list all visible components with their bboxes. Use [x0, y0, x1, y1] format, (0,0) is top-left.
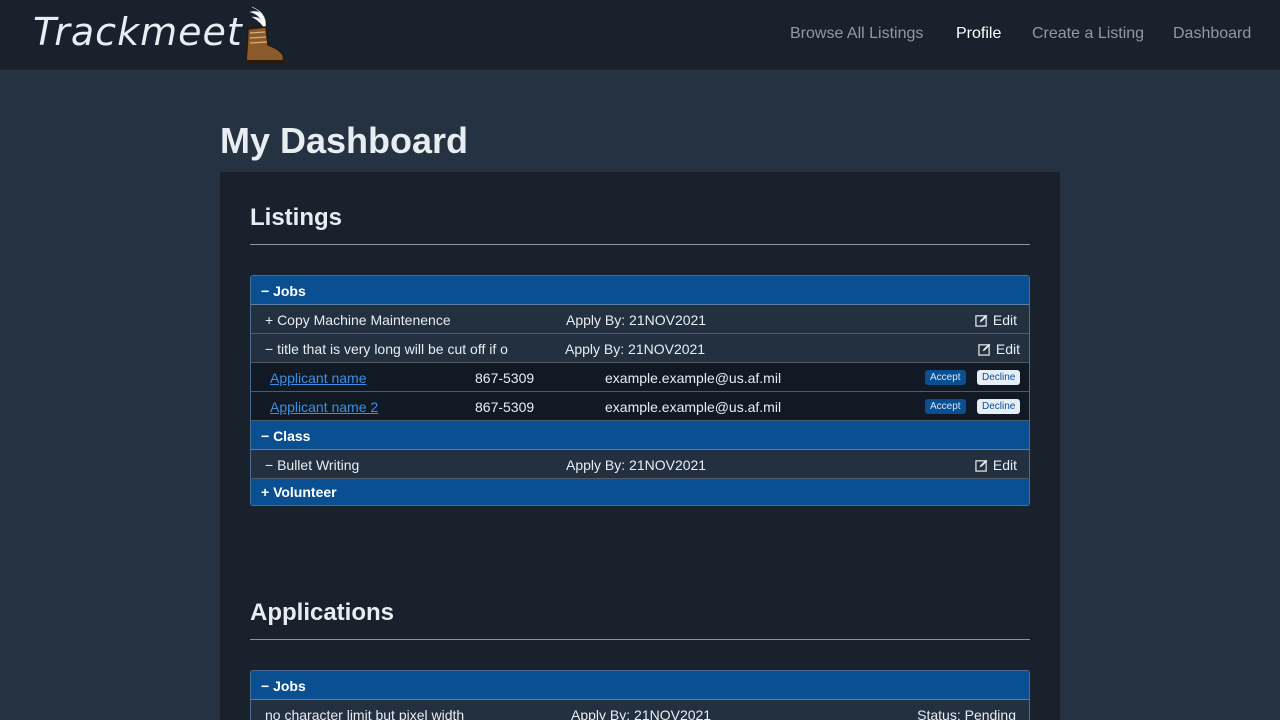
applicant-name-link[interactable]: Applicant name — [270, 370, 367, 386]
listing-title: − Bullet Writing — [265, 457, 360, 473]
edit-button[interactable]: Edit — [978, 341, 1020, 357]
nav-dashboard[interactable]: Dashboard — [1173, 25, 1251, 43]
category-class[interactable]: − Class — [251, 421, 1029, 450]
winged-boot-icon[interactable] — [238, 5, 288, 67]
edit-button[interactable]: Edit — [975, 457, 1017, 473]
listings-divider — [250, 244, 1030, 245]
listing-title: − title that is very long will be cut of… — [265, 341, 508, 357]
applicant-name-link[interactable]: Applicant name 2 — [270, 399, 378, 415]
edit-button[interactable]: Edit — [975, 312, 1017, 328]
category-volunteer[interactable]: + Volunteer — [251, 479, 1029, 505]
category-jobs[interactable]: − Jobs — [251, 276, 1029, 305]
listing-apply-by: Apply By: 21NOV2021 — [566, 457, 707, 473]
applications-table: − Jobs no character limit but pixel widt… — [250, 670, 1030, 720]
application-title: no character limit but pixel width — [265, 707, 465, 720]
listings-table: − Jobs + Copy Machine Maintenence Apply … — [250, 275, 1030, 506]
accept-button[interactable]: Accept — [925, 399, 966, 414]
decline-button[interactable]: Decline — [977, 399, 1021, 414]
decline-button[interactable]: Decline — [977, 370, 1021, 385]
applicant-email: example.example@us.af.mil — [605, 370, 782, 386]
applicant-phone: 867-5309 — [475, 399, 535, 415]
dashboard-panel: Listings − Jobs + Copy Machine Maintenen… — [220, 172, 1060, 720]
application-apply-by: Apply By: 21NOV2021 — [571, 707, 712, 720]
nav-browse-all-listings[interactable]: Browse All Listings — [790, 25, 923, 43]
category-label: − Jobs — [261, 283, 306, 299]
applications-title: Applications — [250, 599, 395, 626]
application-row[interactable]: no character limit but pixel width Apply… — [251, 700, 1029, 720]
category-label: − Class — [261, 428, 311, 444]
listing-apply-by: Apply By: 21NOV2021 — [566, 312, 707, 328]
edit-label: Edit — [995, 341, 1020, 357]
listing-title: + Copy Machine Maintenence — [265, 312, 451, 328]
category-label: + Volunteer — [261, 484, 337, 500]
nav-profile[interactable]: Profile — [956, 25, 1001, 43]
applicant-phone: 867-5309 — [475, 370, 535, 386]
listing-apply-by: Apply By: 21NOV2021 — [565, 341, 706, 357]
category-jobs[interactable]: − Jobs — [251, 671, 1029, 700]
edit-label: Edit — [992, 457, 1017, 473]
listing-row[interactable]: − Bullet Writing Apply By: 21NOV2021 Edi… — [251, 450, 1029, 479]
accept-button[interactable]: Accept — [925, 370, 966, 385]
applicant-row: Applicant name 867-5309 example.example@… — [251, 363, 1029, 392]
page-title: My Dashboard — [220, 120, 469, 161]
edit-icon — [978, 343, 991, 356]
applications-divider — [250, 639, 1030, 640]
listing-row[interactable]: + Copy Machine Maintenence Apply By: 21N… — [251, 305, 1029, 334]
listing-row[interactable]: − title that is very long will be cut of… — [251, 334, 1029, 363]
brand-name[interactable]: Trackmeet — [33, 10, 243, 54]
nav-create-listing[interactable]: Create a Listing — [1032, 25, 1144, 43]
application-status: Status: Pending — [917, 707, 1016, 720]
edit-icon — [975, 314, 988, 327]
category-label: − Jobs — [261, 678, 306, 694]
applicant-email: example.example@us.af.mil — [605, 399, 782, 415]
applicant-row: Applicant name 2 867-5309 example.exampl… — [251, 392, 1029, 421]
edit-icon — [975, 459, 988, 472]
listings-title: Listings — [250, 204, 343, 231]
edit-label: Edit — [992, 312, 1017, 328]
navbar: Trackmeet Browse All Listings Profile Cr… — [0, 0, 1280, 70]
